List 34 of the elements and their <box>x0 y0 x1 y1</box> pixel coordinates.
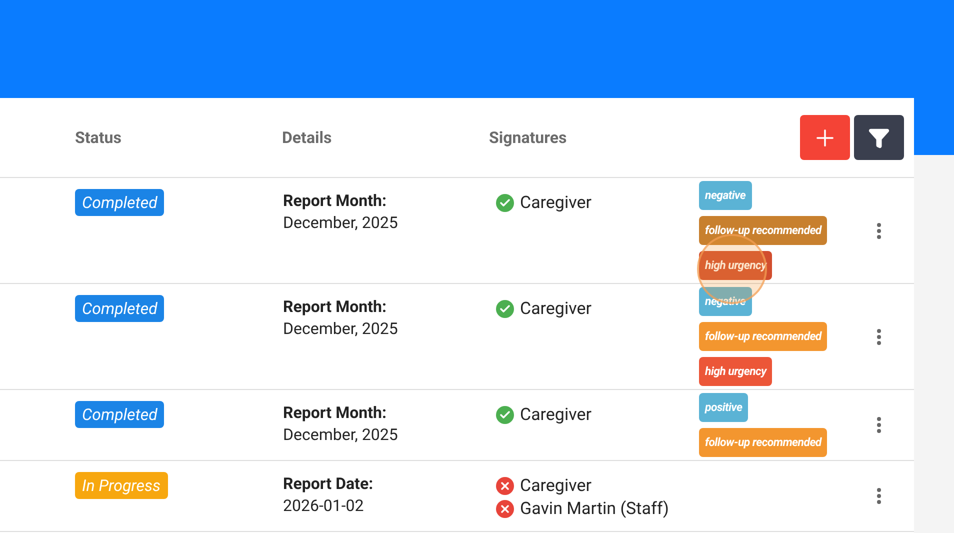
filter-button[interactable] <box>854 115 904 160</box>
status-badge: Completed <box>75 295 164 322</box>
tag: follow-up recommended <box>699 322 828 351</box>
detail-label: Report Month: <box>283 296 388 318</box>
signature-name: Gavin Martin (Staff) <box>520 499 669 519</box>
status-badge: In Progress <box>75 472 168 499</box>
signature-name: Caregiver <box>520 193 592 213</box>
tag: high urgency <box>699 251 772 280</box>
more-options-icon <box>877 417 881 433</box>
more-options-icon <box>877 488 881 504</box>
tag: positive <box>699 393 748 422</box>
detail-label: Report Month: <box>283 190 388 212</box>
detail-label: Report Date: <box>283 473 374 495</box>
signature-name: Caregiver <box>520 476 592 496</box>
tag: follow-up recommended <box>699 428 828 457</box>
tag: high urgency <box>699 357 772 386</box>
filter-icon <box>868 126 890 148</box>
detail-value: December, 2025 <box>283 424 399 446</box>
tag: follow-up recommended <box>699 216 828 245</box>
signature-name: Caregiver <box>520 405 592 425</box>
detail-value: December, 2025 <box>283 318 399 340</box>
more-options-icon <box>877 222 881 238</box>
detail-label: Report Month: <box>283 402 388 424</box>
header-background-extension <box>914 98 954 155</box>
column-header: Status <box>75 128 122 146</box>
status-badge: Completed <box>75 189 164 216</box>
column-header: Details <box>282 128 332 146</box>
detail-value: December, 2025 <box>283 212 399 234</box>
more-options-icon <box>877 328 881 344</box>
column-header: Signatures <box>489 128 567 146</box>
tag: negative <box>699 181 752 210</box>
detail-value: 2026-01-02 <box>283 495 365 517</box>
signature-name: Caregiver <box>520 299 592 319</box>
status-badge: Completed <box>75 401 164 428</box>
